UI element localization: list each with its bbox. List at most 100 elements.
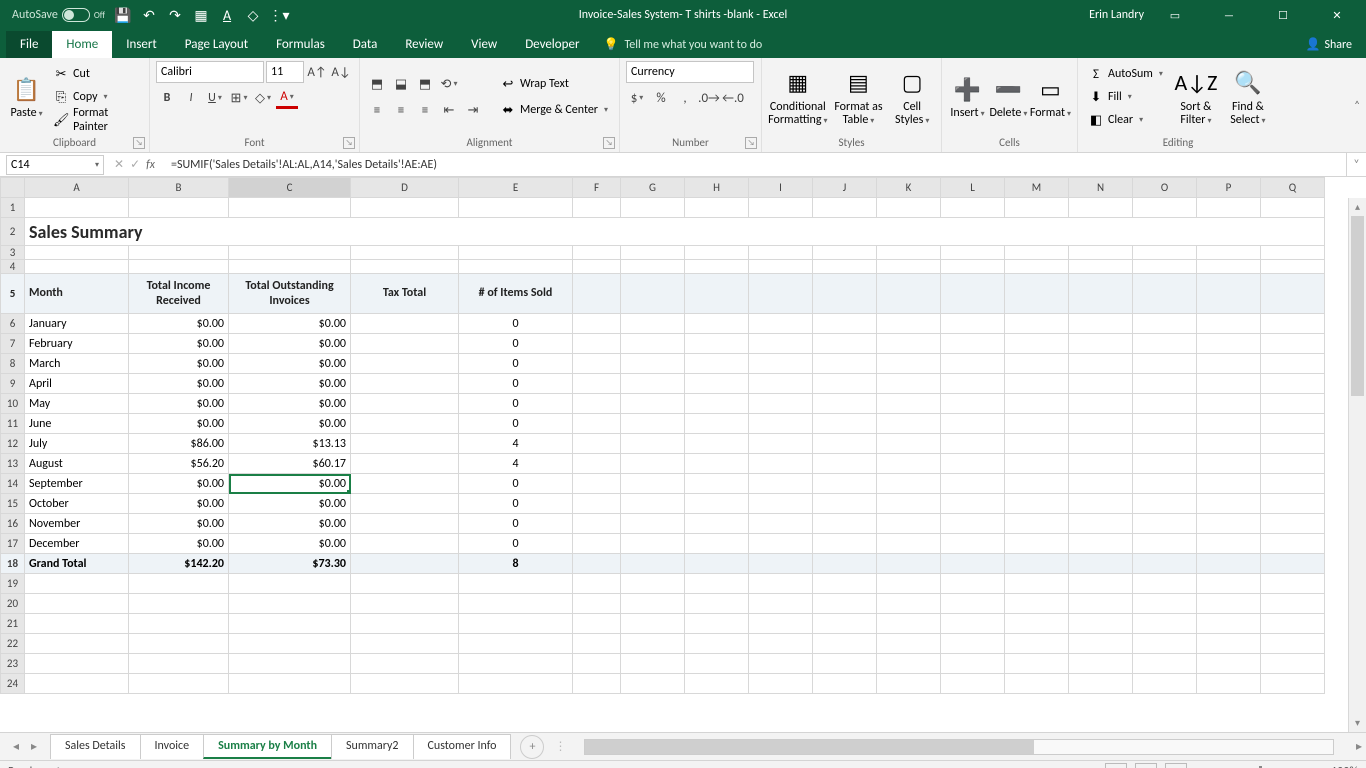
cell[interactable] [813, 274, 877, 314]
cell[interactable] [685, 434, 749, 454]
prev-sheet-icon[interactable]: ◂ [8, 739, 24, 754]
comma-icon[interactable]: , [674, 87, 696, 109]
cell[interactable] [1133, 354, 1197, 374]
cell[interactable] [813, 434, 877, 454]
cell[interactable] [877, 594, 941, 614]
cell[interactable]: 0 [459, 414, 573, 434]
cell[interactable] [621, 198, 685, 218]
expand-formula-bar-icon[interactable]: ˅ [1346, 153, 1366, 176]
cell[interactable]: $13.13 [229, 434, 351, 454]
cell[interactable] [1005, 314, 1069, 334]
cell[interactable] [1005, 554, 1069, 574]
cell[interactable] [573, 514, 621, 534]
cell[interactable] [1261, 614, 1325, 634]
cell[interactable] [1069, 574, 1133, 594]
cell[interactable] [1069, 474, 1133, 494]
cell[interactable] [351, 574, 459, 594]
underline-button[interactable]: U▾ [204, 87, 226, 109]
cell[interactable] [1069, 354, 1133, 374]
row-header-21[interactable]: 21 [1, 614, 25, 634]
cell[interactable] [749, 374, 813, 394]
cell[interactable] [877, 434, 941, 454]
cell[interactable] [685, 314, 749, 334]
row-header-15[interactable]: 15 [1, 494, 25, 514]
cell[interactable]: # of Items Sold [459, 274, 573, 314]
cell[interactable] [1133, 574, 1197, 594]
align-left-icon[interactable]: ≡ [366, 99, 388, 121]
cell[interactable] [573, 414, 621, 434]
cell[interactable] [685, 634, 749, 654]
autosave-toggle[interactable]: AutoSave Off [6, 8, 111, 22]
cell[interactable] [685, 674, 749, 694]
cell[interactable] [25, 654, 129, 674]
cell[interactable] [1197, 334, 1261, 354]
cell[interactable] [749, 454, 813, 474]
spreadsheet-grid[interactable]: ABCDEFGHIJKLMNOPQ12Sales Summary345Month… [0, 177, 1366, 732]
cell[interactable] [1005, 574, 1069, 594]
format-painter-button[interactable]: 🖌Format Painter [49, 109, 143, 131]
cell[interactable] [1261, 246, 1325, 260]
cell[interactable]: 0 [459, 514, 573, 534]
cell[interactable] [877, 494, 941, 514]
cell[interactable] [749, 198, 813, 218]
cell[interactable] [877, 198, 941, 218]
undo-button[interactable]: ↶ [137, 3, 161, 27]
row-header-19[interactable]: 19 [1, 574, 25, 594]
cell[interactable] [573, 614, 621, 634]
cell[interactable] [941, 494, 1005, 514]
cell[interactable] [1261, 374, 1325, 394]
scroll-up-icon[interactable]: ▴ [1349, 198, 1366, 216]
cell[interactable] [1005, 198, 1069, 218]
cell[interactable] [941, 246, 1005, 260]
cell[interactable]: $142.20 [129, 554, 229, 574]
cell[interactable] [1261, 514, 1325, 534]
cell[interactable] [25, 260, 129, 274]
cell[interactable] [941, 354, 1005, 374]
cell[interactable] [1005, 246, 1069, 260]
zoom-level[interactable]: 100% [1331, 765, 1358, 768]
tab-home[interactable]: Home [52, 31, 112, 58]
cell[interactable] [877, 454, 941, 474]
cell[interactable]: September [25, 474, 129, 494]
cell[interactable] [941, 614, 1005, 634]
cell[interactable] [1261, 434, 1325, 454]
cell[interactable] [1261, 394, 1325, 414]
cell[interactable] [459, 654, 573, 674]
cell[interactable] [25, 246, 129, 260]
cell[interactable]: December [25, 534, 129, 554]
cell[interactable] [573, 314, 621, 334]
autosum-button[interactable]: ΣAutoSum▾ [1084, 63, 1167, 85]
formula-input[interactable]: =SUMIF('Sales Details'!AL:AL,A14,'Sales … [165, 158, 1346, 172]
decrease-decimal-icon[interactable]: ←.0 [722, 87, 744, 109]
cell[interactable] [877, 246, 941, 260]
cell[interactable] [25, 674, 129, 694]
cell[interactable] [1005, 374, 1069, 394]
merge-center-button[interactable]: ⬌Merge & Center▾ [496, 99, 612, 121]
cell[interactable] [459, 634, 573, 654]
cell[interactable] [1069, 414, 1133, 434]
cell[interactable]: $73.30 [229, 554, 351, 574]
cell[interactable] [621, 594, 685, 614]
cell[interactable] [351, 434, 459, 454]
cell[interactable] [1197, 674, 1261, 694]
cell[interactable] [621, 614, 685, 634]
row-header-5[interactable]: 5 [1, 274, 25, 314]
col-header-I[interactable]: I [749, 178, 813, 198]
cut-button[interactable]: ✂Cut [49, 63, 143, 85]
cell[interactable]: April [25, 374, 129, 394]
cell[interactable] [941, 374, 1005, 394]
cell[interactable] [941, 554, 1005, 574]
cell[interactable] [1197, 534, 1261, 554]
col-header-K[interactable]: K [877, 178, 941, 198]
cell[interactable] [1005, 614, 1069, 634]
normal-view-icon[interactable]: ▦ [1105, 763, 1127, 768]
cell[interactable] [1005, 634, 1069, 654]
cell[interactable]: $0.00 [129, 374, 229, 394]
cell[interactable] [1261, 354, 1325, 374]
row-header-8[interactable]: 8 [1, 354, 25, 374]
col-header-J[interactable]: J [813, 178, 877, 198]
cell[interactable] [1133, 198, 1197, 218]
cell[interactable] [1261, 474, 1325, 494]
cell[interactable] [877, 354, 941, 374]
dialog-launcher-icon[interactable]: ↘ [603, 137, 615, 149]
